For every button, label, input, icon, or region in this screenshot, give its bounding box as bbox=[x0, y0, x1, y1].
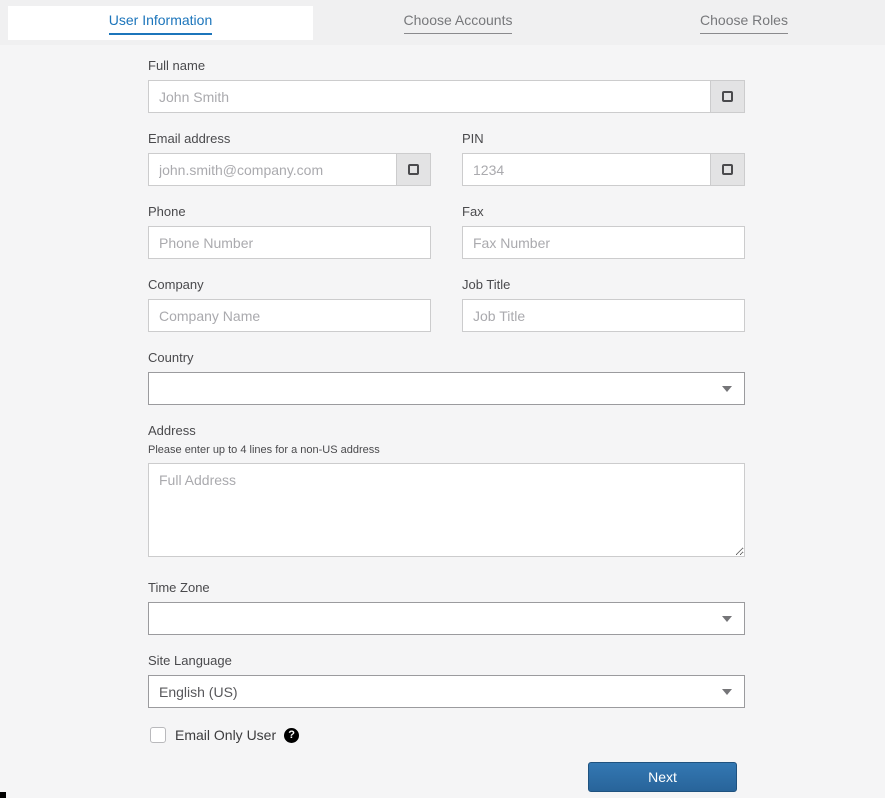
address-field-group: Address Please enter up to 4 lines for a… bbox=[148, 423, 745, 562]
email-only-user-checkbox[interactable] bbox=[150, 727, 166, 743]
email-only-user-row: Email Only User ? bbox=[150, 727, 745, 743]
tab-choose-roles-label: Choose Roles bbox=[700, 12, 788, 34]
square-outline-icon bbox=[722, 91, 733, 102]
job-title-input[interactable] bbox=[462, 299, 745, 332]
job-title-field-group: Job Title bbox=[462, 277, 745, 332]
chevron-down-icon bbox=[722, 616, 732, 622]
pin-input[interactable] bbox=[462, 153, 711, 186]
address-label: Address bbox=[148, 423, 196, 438]
email-field-group: Email address bbox=[148, 131, 431, 186]
user-information-form: Full name Email address PIN bbox=[148, 58, 745, 792]
pin-field-group: PIN bbox=[462, 131, 745, 186]
chevron-down-icon bbox=[722, 386, 732, 392]
address-hint: Please enter up to 4 lines for a non-US … bbox=[148, 444, 380, 456]
next-button[interactable]: Next bbox=[588, 762, 737, 792]
square-outline-icon bbox=[408, 164, 419, 175]
site-language-label: Site Language bbox=[148, 653, 232, 668]
phone-input[interactable] bbox=[148, 226, 431, 259]
tab-user-information[interactable]: User Information bbox=[8, 6, 313, 40]
full-name-label: Full name bbox=[148, 58, 206, 73]
site-language-select-value: English (US) bbox=[159, 683, 238, 700]
fax-label: Fax bbox=[462, 204, 484, 219]
country-field-group: Country bbox=[148, 350, 745, 405]
full-name-field-group: Full name bbox=[148, 58, 745, 113]
country-select[interactable] bbox=[148, 372, 745, 405]
company-label: Company bbox=[148, 277, 204, 292]
time-zone-label: Time Zone bbox=[148, 580, 210, 595]
site-language-select[interactable]: English (US) bbox=[148, 675, 745, 708]
form-actions: Next bbox=[148, 762, 745, 792]
tab-choose-accounts-label: Choose Accounts bbox=[403, 12, 513, 34]
address-textarea[interactable] bbox=[148, 463, 745, 557]
square-outline-icon bbox=[722, 164, 733, 175]
job-title-label: Job Title bbox=[462, 277, 511, 292]
full-name-addon-button[interactable] bbox=[711, 80, 745, 113]
artifact-mark bbox=[0, 792, 6, 798]
tab-user-information-label: User Information bbox=[108, 12, 213, 35]
pin-addon-button[interactable] bbox=[711, 153, 745, 186]
step-tabbar: User Information Choose Accounts Choose … bbox=[0, 0, 885, 45]
phone-label: Phone bbox=[148, 204, 186, 219]
country-label: Country bbox=[148, 350, 194, 365]
email-label: Email address bbox=[148, 131, 231, 146]
fax-field-group: Fax bbox=[462, 204, 745, 259]
email-input[interactable] bbox=[148, 153, 397, 186]
tab-choose-accounts[interactable]: Choose Accounts bbox=[313, 6, 603, 40]
email-addon-button[interactable] bbox=[397, 153, 431, 186]
company-field-group: Company bbox=[148, 277, 431, 332]
phone-field-group: Phone bbox=[148, 204, 431, 259]
company-input[interactable] bbox=[148, 299, 431, 332]
pin-label: PIN bbox=[462, 131, 484, 146]
full-name-input[interactable] bbox=[148, 80, 711, 113]
tab-choose-roles[interactable]: Choose Roles bbox=[603, 6, 885, 40]
chevron-down-icon bbox=[722, 689, 732, 695]
time-zone-select[interactable] bbox=[148, 602, 745, 635]
time-zone-field-group: Time Zone bbox=[148, 580, 745, 635]
site-language-field-group: Site Language English (US) bbox=[148, 653, 745, 708]
fax-input[interactable] bbox=[462, 226, 745, 259]
question-mark-icon[interactable]: ? bbox=[284, 727, 300, 743]
email-only-user-label: Email Only User bbox=[175, 727, 277, 743]
